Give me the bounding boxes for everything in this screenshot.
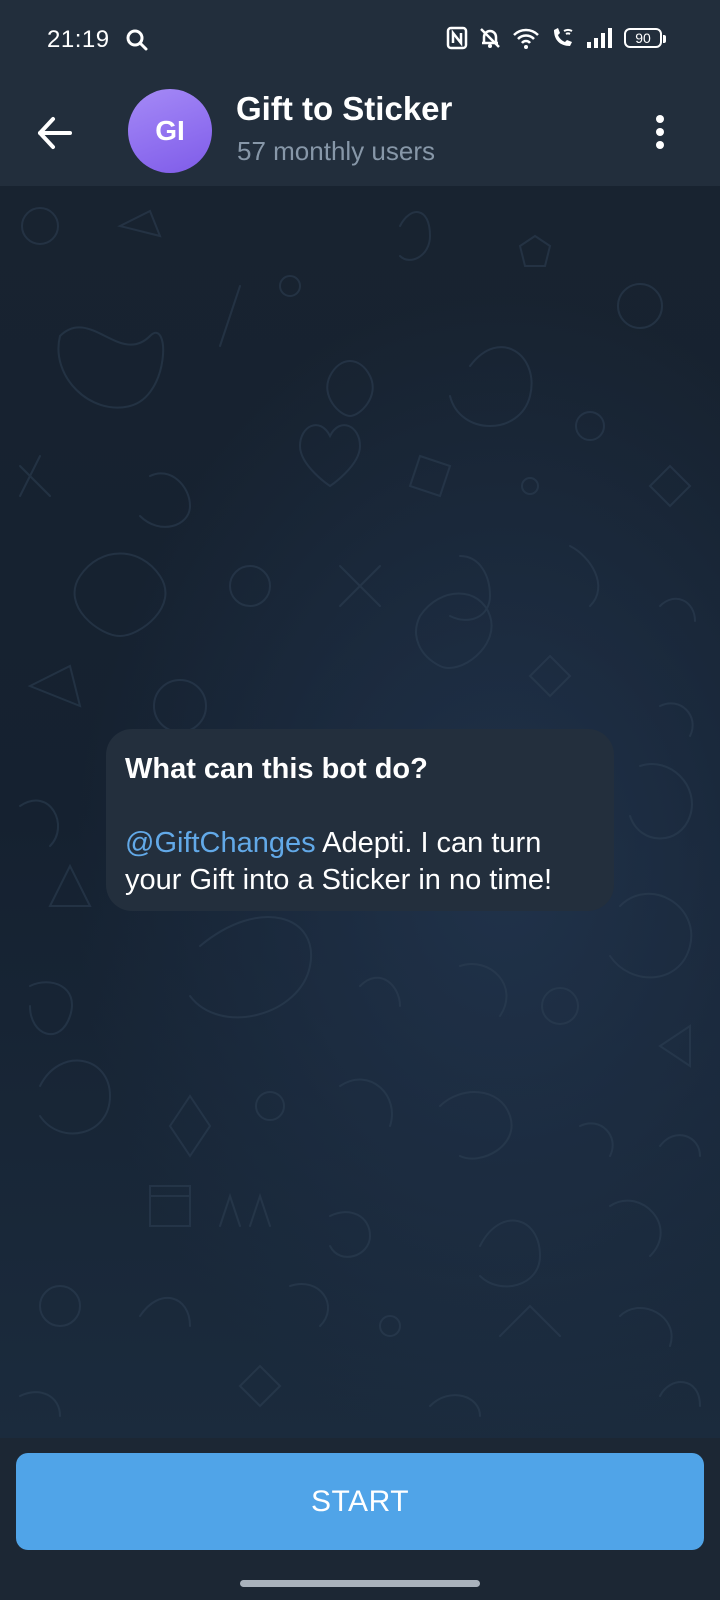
arrow-left-icon xyxy=(38,117,72,149)
start-button[interactable]: START xyxy=(16,1453,704,1550)
more-vertical-icon xyxy=(656,115,664,149)
mention-link[interactable]: @GiftChanges xyxy=(125,827,316,859)
signal-icon xyxy=(586,27,614,49)
bottom-bar: START xyxy=(0,1438,720,1600)
chat-title[interactable]: Gift to Sticker xyxy=(236,90,452,128)
battery-icon: 90 xyxy=(624,28,666,48)
status-bar: 21:19 90 xyxy=(0,0,720,84)
status-time: 21:19 xyxy=(47,26,110,53)
nfc-icon xyxy=(446,26,468,50)
chat-header: GI Gift to Sticker 57 monthly users xyxy=(0,84,720,186)
avatar[interactable]: GI xyxy=(128,89,212,173)
more-menu-button[interactable] xyxy=(644,110,676,154)
bot-intro-text: @GiftChanges Adepti. I can turn your Gif… xyxy=(125,825,596,899)
bot-intro-bubble: What can this bot do? @GiftChanges Adept… xyxy=(106,729,614,911)
chat-subtitle: 57 monthly users xyxy=(237,136,435,166)
bot-intro-title: What can this bot do? xyxy=(125,753,428,785)
back-button[interactable] xyxy=(34,111,78,155)
wifi-call-icon xyxy=(550,26,576,50)
chat-area: What can this bot do? @GiftChanges Adept… xyxy=(0,186,720,1438)
wifi-icon xyxy=(512,26,540,50)
search-icon xyxy=(125,28,149,57)
status-icons: 90 xyxy=(446,26,666,50)
home-indicator[interactable] xyxy=(240,1580,480,1587)
mute-bell-icon xyxy=(478,26,502,50)
